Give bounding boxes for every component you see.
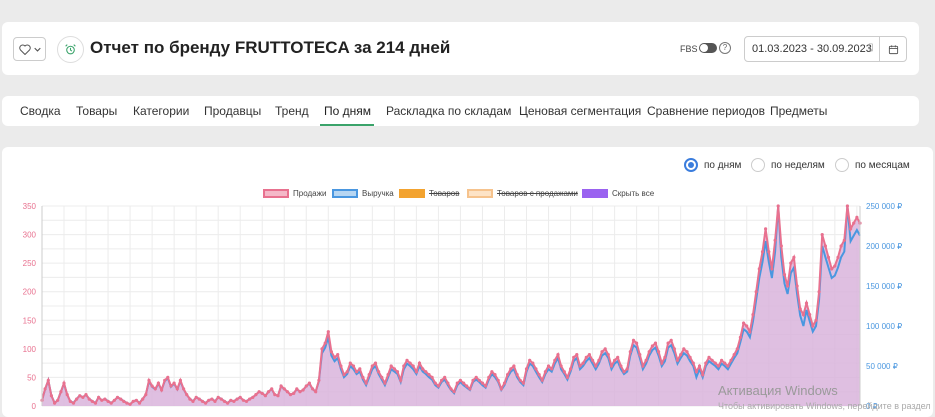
clear-date-icon[interactable]: ▯ [868, 42, 874, 53]
legend-hide-all[interactable]: Скрыть все [582, 189, 654, 198]
chart-panel [2, 147, 933, 417]
legend-label: Товаров [429, 189, 460, 198]
legend-label: Выручка [362, 189, 394, 198]
tab-7[interactable]: Раскладка по складам [386, 104, 511, 118]
tab-10[interactable]: Предметы [770, 104, 827, 118]
tab-5[interactable]: Тренд [275, 104, 309, 118]
radio-label: по дням [704, 159, 742, 171]
radio-dot [751, 158, 765, 172]
fbs-toggle[interactable] [699, 43, 717, 53]
tab-1[interactable]: Сводка [20, 104, 61, 118]
radio-label: по неделям [771, 159, 825, 171]
tab-2[interactable]: Товары [76, 104, 117, 118]
windows-activation-watermark: Активация Windows [718, 383, 838, 398]
legend-swatch [582, 189, 608, 198]
windows-activation-hint: Чтобы активировать Windows, перейдите в … [718, 401, 931, 411]
date-range-value: 01.03.2023 - 30.09.2023 [752, 43, 872, 55]
calendar-icon [888, 44, 898, 54]
radio-by-weeks[interactable]: по неделям [751, 158, 825, 172]
radio-dot [835, 158, 849, 172]
tab-6[interactable]: По дням [324, 104, 371, 118]
heart-icon [18, 44, 31, 55]
legend-revenue[interactable]: Выручка [332, 189, 394, 198]
date-range-input[interactable]: 01.03.2023 - 30.09.2023 ▯ [744, 36, 907, 62]
radio-by-months[interactable]: по месяцам [835, 158, 910, 172]
report-header: Отчет по бренду FRUTTOTECA за 214 дней F… [2, 22, 919, 75]
calendar-button[interactable] [879, 37, 906, 61]
legend-swatch [263, 189, 289, 198]
page-title: Отчет по бренду FRUTTOTECA за 214 дней [90, 38, 451, 57]
radio-dot [684, 158, 698, 172]
legend-swatch [399, 189, 425, 198]
radio-label: по месяцам [855, 159, 910, 171]
help-icon[interactable]: ? [719, 42, 731, 54]
legend-label: Продажи [293, 189, 327, 198]
legend-products-with-sales[interactable]: Товаров с продажами [467, 189, 578, 198]
legend-swatch [467, 189, 493, 198]
report-tabs: Сводка Товары Категории Продавцы Тренд По дня… [2, 96, 919, 126]
tab-8[interactable]: Ценовая сегментация [519, 104, 641, 118]
legend-label: Товаров с продажами [497, 189, 578, 198]
active-tab-underline [320, 124, 374, 126]
legend-label: Скрыть все [612, 189, 655, 198]
favorite-button[interactable] [13, 37, 46, 61]
legend-products[interactable]: Товаров [399, 189, 459, 198]
legend-sales[interactable]: Продажи [263, 189, 326, 198]
tab-3[interactable]: Категории [133, 104, 189, 118]
fbs-label: FBS [680, 44, 698, 54]
tab-4[interactable]: Продавцы [204, 104, 261, 118]
chevron-down-icon [33, 47, 41, 52]
alarm-icon[interactable] [57, 36, 84, 63]
radio-by-days[interactable]: по дням [684, 158, 741, 172]
legend-swatch [332, 189, 358, 198]
tab-9[interactable]: Сравнение периодов [647, 104, 765, 118]
